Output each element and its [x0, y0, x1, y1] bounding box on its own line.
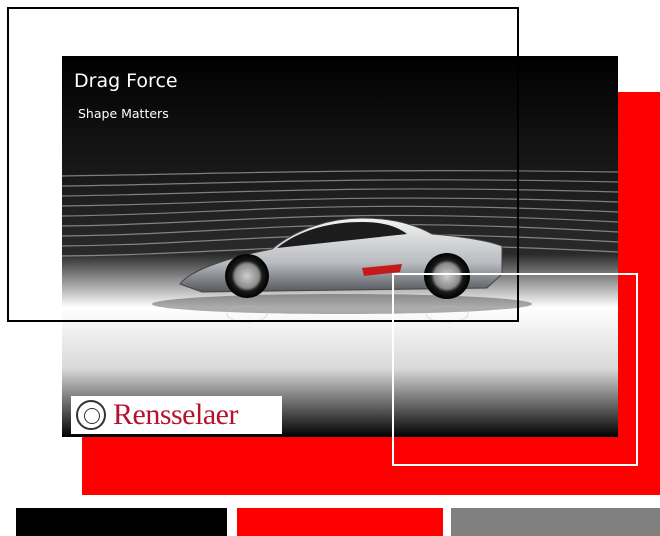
color-swatch-black — [16, 508, 227, 536]
slide-thumbnail[interactable]: Drag Force Shape Matters Rensselaer — [62, 56, 618, 437]
slide-subtitle: Shape Matters — [78, 106, 169, 121]
rensselaer-logo: Rensselaer — [71, 396, 282, 434]
university-seal-icon — [76, 400, 106, 430]
color-swatch-gray — [451, 508, 660, 536]
logo-wordmark: Rensselaer — [113, 398, 238, 431]
color-swatch-red — [237, 508, 443, 536]
slide-title: Drag Force — [74, 70, 178, 92]
